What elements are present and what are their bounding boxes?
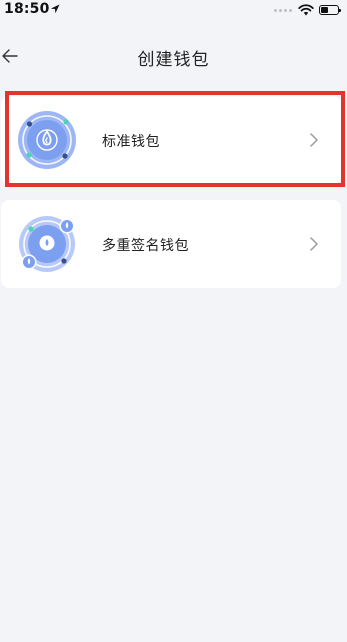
wifi-icon: [298, 4, 314, 16]
location-arrow-icon: [50, 4, 60, 14]
standard-wallet-icon: [18, 111, 76, 169]
battery-icon: [319, 5, 341, 15]
page-title: 创建钱包: [137, 50, 210, 70]
signal-icon: [274, 8, 292, 12]
multisig-wallet-icon: [19, 216, 75, 272]
chevron-right-icon: [310, 133, 318, 147]
nav-bar: 创建钱包: [0, 36, 347, 76]
multisig-wallet-card[interactable]: 多重签名钱包: [1, 200, 341, 288]
standard-wallet-label: 标准钱包: [102, 134, 160, 150]
status-indicators: [274, 3, 341, 17]
chevron-right-icon: [310, 237, 318, 251]
standard-wallet-card[interactable]: 标准钱包: [1, 96, 341, 184]
multisig-wallet-label: 多重签名钱包: [102, 238, 189, 254]
status-time: 18:50: [4, 1, 50, 17]
status-bar: 18:50: [0, 0, 347, 20]
